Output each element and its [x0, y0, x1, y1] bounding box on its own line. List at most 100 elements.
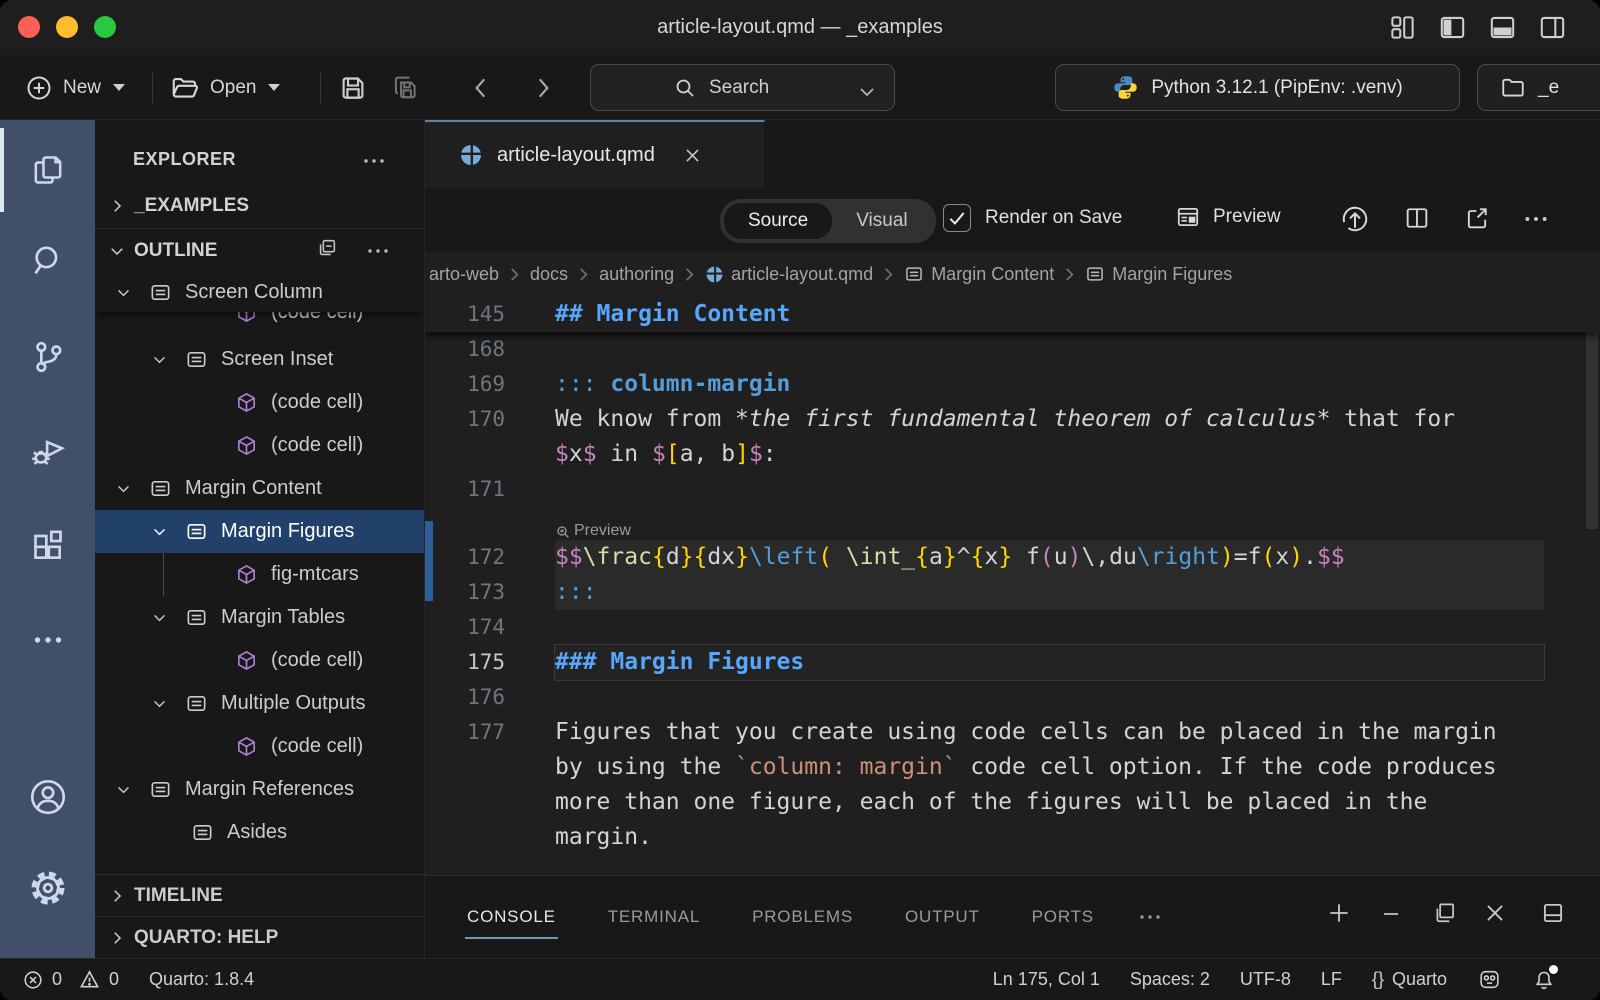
code-line[interactable]: 169 ::: column-margin	[425, 367, 1600, 402]
run-debug-icon[interactable]	[0, 428, 95, 472]
chevron-down-icon[interactable]	[151, 351, 185, 368]
editor-scrollbar[interactable]	[1586, 304, 1598, 529]
chevron-down-icon[interactable]	[151, 523, 185, 540]
panel-plus-icon[interactable]	[1326, 900, 1352, 926]
open-button[interactable]: Open	[170, 55, 280, 120]
panel-restore-icon[interactable]	[1432, 900, 1458, 926]
indentation-status[interactable]: Spaces: 2	[1130, 969, 1210, 990]
outline-item[interactable]: Margin Content	[95, 467, 424, 510]
breadcrumb-item[interactable]: docs	[530, 264, 568, 285]
panel-tab[interactable]: TERMINAL	[608, 899, 700, 935]
panel-minimize-icon[interactable]	[1378, 908, 1404, 920]
outline-item[interactable]: Asides	[95, 811, 424, 854]
toggle-panel-icon[interactable]	[1489, 14, 1516, 41]
outline-item[interactable]: (code cell)	[95, 312, 424, 338]
feedback-smiley-icon[interactable]	[1477, 967, 1502, 992]
chevron-down-icon[interactable]	[151, 695, 185, 712]
panel-tab[interactable]: PROBLEMS	[752, 899, 853, 935]
code-line[interactable]: 177 Figures that you create using code c…	[425, 715, 1600, 750]
outline-header[interactable]: OUTLINE	[95, 228, 424, 272]
panel-close-icon[interactable]	[1482, 900, 1508, 926]
panel-more-icon[interactable]	[1138, 912, 1162, 922]
search-input[interactable]: Search	[590, 64, 895, 111]
panel-tab[interactable]: CONSOLE	[467, 899, 556, 935]
encoding-status[interactable]: UTF-8	[1240, 969, 1291, 990]
settings-gear-icon[interactable]	[0, 866, 95, 910]
search-view-icon[interactable]	[0, 238, 95, 282]
outline-item[interactable]: Screen Column	[95, 272, 424, 312]
problems-status[interactable]: 0 0	[22, 968, 119, 991]
code-line[interactable]: 173 :::	[425, 575, 1600, 610]
checkbox-checked-icon[interactable]	[943, 204, 971, 232]
code-line[interactable]: by using the `column: margin` code cell …	[425, 750, 1600, 785]
chevron-down-icon[interactable]	[858, 83, 876, 105]
editor-tab[interactable]: article-layout.qmd	[425, 120, 765, 188]
code-line[interactable]: 174	[425, 610, 1600, 645]
source-control-icon[interactable]	[0, 335, 95, 379]
visual-mode-button[interactable]: Visual	[832, 203, 931, 239]
outline-item[interactable]: Screen Inset	[95, 338, 424, 381]
preview-codelens[interactable]: Preview	[425, 507, 1600, 540]
notifications-bell-icon[interactable]	[1532, 968, 1556, 992]
panel-layout-icon[interactable]	[1540, 900, 1566, 926]
outline-item[interactable]: Margin References	[95, 768, 424, 811]
chevron-down-icon[interactable]	[115, 781, 149, 798]
outline-item[interactable]: (code cell)	[95, 381, 424, 424]
code-line[interactable]: 175 ### Margin Figures	[425, 645, 1600, 680]
outline-more-icon[interactable]	[366, 240, 390, 262]
explorer-icon[interactable]	[0, 148, 95, 192]
code-line[interactable]: 145 ## Margin Content	[425, 296, 1600, 332]
outline-item[interactable]: fig-mtcars	[95, 553, 424, 596]
toggle-right-sidebar-icon[interactable]	[1539, 14, 1566, 41]
eol-status[interactable]: LF	[1321, 969, 1342, 990]
breadcrumb-item[interactable]: arto-web	[429, 264, 499, 285]
more-views-icon[interactable]	[0, 618, 95, 662]
source-mode-button[interactable]: Source	[724, 203, 832, 239]
language-mode-status[interactable]: {} Quarto	[1372, 969, 1447, 990]
explorer-more-icon[interactable]	[362, 150, 386, 171]
breadcrumb-item[interactable]: Margin Figures	[1085, 264, 1232, 285]
save-button[interactable]	[338, 55, 368, 120]
code-line[interactable]: 176	[425, 680, 1600, 715]
cursor-position-status[interactable]: Ln 175, Col 1	[993, 969, 1100, 990]
render-publish-icon[interactable]	[1340, 204, 1370, 239]
quarto-version-status[interactable]: Quarto: 1.8.4	[149, 969, 254, 990]
outline-item[interactable]: (code cell)	[95, 725, 424, 768]
open-in-new-window-icon[interactable]	[1463, 204, 1491, 237]
code-line[interactable]: $x$ in $[a, b]$:	[425, 437, 1600, 472]
breadcrumb-item[interactable]: authoring	[599, 264, 674, 285]
timeline-header[interactable]: TIMELINE	[95, 874, 424, 916]
outline-item[interactable]: Margin Tables	[95, 596, 424, 639]
close-window-button[interactable]	[18, 16, 40, 38]
collapse-all-icon[interactable]	[316, 237, 338, 265]
chevron-down-icon[interactable]	[115, 284, 149, 301]
workspace-folder-row[interactable]: _EXAMPLES	[95, 184, 424, 228]
render-on-save-control[interactable]: Render on Save	[943, 204, 1122, 232]
panel-tab[interactable]: OUTPUT	[905, 899, 980, 935]
code-line[interactable]: more than one figure, each of the figure…	[425, 785, 1600, 820]
chevron-down-icon[interactable]	[115, 480, 149, 497]
close-tab-icon[interactable]	[683, 146, 702, 165]
editor-more-actions-icon[interactable]	[1523, 212, 1549, 230]
split-editor-icon[interactable]	[1403, 204, 1431, 237]
outline-item[interactable]: Multiple Outputs	[95, 682, 424, 725]
preview-button[interactable]: Preview	[1175, 204, 1281, 230]
customize-layout-icon[interactable]	[1389, 14, 1416, 41]
new-button[interactable]: New	[25, 55, 125, 120]
zoom-window-button[interactable]	[94, 16, 116, 38]
code-line[interactable]: margin.	[425, 820, 1600, 855]
outline-item[interactable]: (code cell)	[95, 424, 424, 467]
navigate-forward-button[interactable]	[530, 55, 556, 120]
chevron-down-icon[interactable]	[151, 609, 185, 626]
breadcrumb-item[interactable]: Margin Content	[904, 264, 1054, 285]
code-line[interactable]: 172 $$\frac{d}{dx}\left( \int_{a}^{x} f(…	[425, 540, 1600, 575]
navigate-back-button[interactable]	[468, 55, 494, 120]
interpreter-selector[interactable]: Python 3.12.1 (PipEnv: .venv)	[1055, 64, 1460, 111]
breadcrumb-item[interactable]: article-layout.qmd	[705, 264, 873, 285]
outline-item[interactable]: (code cell)	[95, 639, 424, 682]
workspace-button[interactable]: _e	[1477, 64, 1600, 111]
panel-tab[interactable]: PORTS	[1032, 899, 1094, 935]
code-line[interactable]: 168	[425, 332, 1600, 367]
code-editor[interactable]: 145 ## Margin Content 168 169 ::: column…	[425, 296, 1600, 875]
account-icon[interactable]	[0, 775, 95, 819]
